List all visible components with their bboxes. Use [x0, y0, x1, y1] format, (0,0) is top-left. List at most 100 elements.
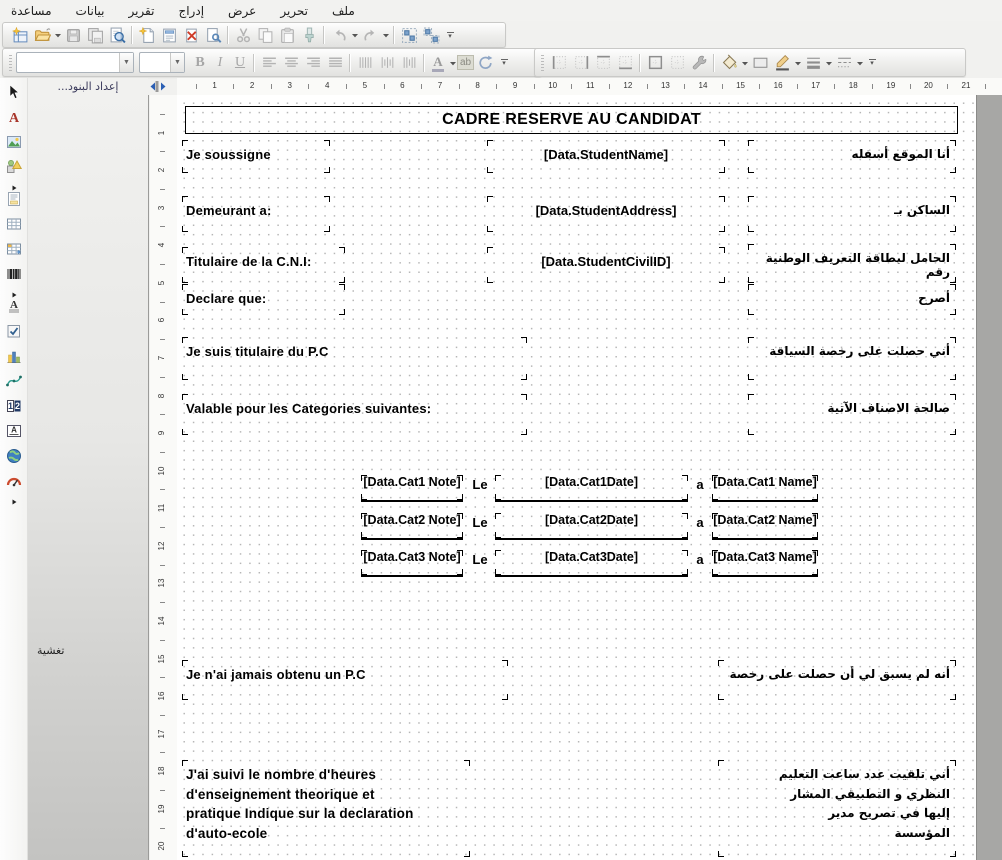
chevron-down-icon[interactable]	[855, 52, 864, 74]
cat1-name-field[interactable]: [Data.Cat1 Name]	[712, 475, 818, 502]
chevron-down-icon[interactable]: ▼	[170, 53, 184, 72]
checkbox-icon[interactable]	[2, 320, 26, 341]
cut-icon[interactable]	[232, 24, 254, 46]
align-justify-icon[interactable]	[324, 52, 346, 74]
cat3-le-label[interactable]: Le	[466, 550, 494, 577]
redo-icon[interactable]	[359, 24, 381, 46]
undo-icon[interactable]	[328, 24, 350, 46]
cat2-note-field[interactable]: [Data.Cat2 Note]	[361, 513, 463, 540]
italic-button[interactable]: I	[210, 52, 230, 74]
text-object-fr[interactable]: Demeurant a:	[182, 196, 330, 232]
richtext-icon[interactable]: A	[2, 295, 26, 316]
gauge-icon[interactable]	[2, 470, 26, 491]
toolbar-overflow-button[interactable]: ▾	[444, 24, 456, 46]
chevron-down-icon[interactable]	[793, 52, 802, 74]
select-icon[interactable]	[2, 81, 26, 102]
new-report-icon[interactable]	[9, 24, 31, 46]
font-color-button[interactable]: A	[428, 52, 448, 74]
page-properties-icon[interactable]	[202, 24, 224, 46]
ungroup-icon[interactable]	[420, 24, 442, 46]
save-icon[interactable]	[62, 24, 84, 46]
subreport-icon[interactable]	[2, 188, 26, 209]
numbers-icon[interactable]: 12	[2, 395, 26, 416]
cat1-a-label[interactable]: a	[691, 475, 709, 502]
panel-splitter-icon[interactable]	[148, 79, 170, 94]
paste-icon[interactable]	[276, 24, 298, 46]
picture-icon[interactable]	[2, 131, 26, 152]
chevron-down-icon[interactable]: ▼	[119, 53, 133, 72]
text-object-fr[interactable]: Je soussigne	[182, 140, 330, 173]
text-object-ar[interactable]: صالحة الاصناف الآتية	[748, 394, 956, 435]
text-object-ar[interactable]: أنا الموقع أسفله	[748, 140, 956, 173]
matrix-icon[interactable]	[2, 238, 26, 259]
text-object-fr[interactable]: Je n'ai jamais obtenu un P.C	[182, 660, 508, 700]
page-setup-icon[interactable]	[158, 24, 180, 46]
cat1-date-field[interactable]: [Data.Cat1Date]	[495, 475, 688, 502]
text-object-fr[interactable]: Je suis titulaire du P.C	[182, 337, 527, 380]
chevron-down-icon[interactable]	[350, 24, 359, 46]
overlay-band-label[interactable]: تغشية	[37, 644, 64, 657]
bezier-icon[interactable]	[2, 370, 26, 391]
shape-icon[interactable]	[2, 156, 26, 177]
save-all-icon[interactable]	[84, 24, 106, 46]
chevron-down-icon[interactable]	[448, 52, 457, 74]
menu-item-0[interactable]: مساعدة	[8, 3, 55, 19]
cat3-note-field[interactable]: [Data.Cat3 Note]	[361, 550, 463, 577]
more-tools-arrow-icon[interactable]	[6, 178, 22, 185]
barcode-icon[interactable]	[2, 263, 26, 284]
text-object-ar[interactable]: الساكن بـ	[748, 196, 956, 232]
data-field-object[interactable]: [Data.StudentAddress]	[487, 196, 725, 232]
fillstyle-icon[interactable]	[749, 52, 771, 74]
pencil-icon[interactable]	[771, 52, 793, 74]
format-painter-icon[interactable]	[298, 24, 320, 46]
dist3-icon[interactable]	[398, 52, 420, 74]
copy-icon[interactable]	[254, 24, 276, 46]
map-icon[interactable]	[2, 445, 26, 466]
band-structure-panel[interactable]: تغشية	[28, 95, 149, 860]
toolbar-overflow-button[interactable]: ▾	[498, 52, 510, 74]
chevron-down-icon[interactable]	[824, 52, 833, 74]
font-size-combobox[interactable]: ▼	[139, 52, 185, 73]
dist2-icon[interactable]	[376, 52, 398, 74]
cat2-name-field[interactable]: [Data.Cat2 Name]	[712, 513, 818, 540]
menu-item-4[interactable]: عرض	[225, 3, 259, 19]
lwidth-icon[interactable]	[802, 52, 824, 74]
new-page-icon[interactable]	[136, 24, 158, 46]
toolbar-grip[interactable]	[541, 55, 544, 71]
text-object-fr[interactable]: Titulaire de la C.N.I:	[182, 247, 345, 283]
toolbar-overflow-button[interactable]: ▾	[866, 52, 878, 74]
lstyle-icon[interactable]	[833, 52, 855, 74]
text-object-ar[interactable]: أنه لم يسبق لي أن حصلت على رخصة	[718, 660, 956, 700]
group-icon[interactable]	[398, 24, 420, 46]
b-top-icon[interactable]	[592, 52, 614, 74]
font-name-combobox[interactable]: ▼	[16, 52, 134, 73]
bucket-icon[interactable]	[718, 52, 740, 74]
cat1-note-field[interactable]: [Data.Cat1 Note]	[361, 475, 463, 502]
rotate-icon[interactable]	[474, 52, 496, 74]
table-icon[interactable]	[2, 213, 26, 234]
data-field-object[interactable]: [Data.StudentName]	[487, 140, 725, 173]
b-all-icon[interactable]	[644, 52, 666, 74]
text-icon[interactable]: A	[2, 106, 26, 127]
cat2-a-label[interactable]: a	[691, 513, 709, 540]
highlight-button[interactable]: ab	[457, 55, 474, 70]
configure-bands-tab[interactable]: ...إعداد البنود	[28, 78, 148, 95]
b-props-icon[interactable]	[688, 52, 710, 74]
cat3-a-label[interactable]: a	[691, 550, 709, 577]
chevron-down-icon[interactable]	[381, 24, 390, 46]
b-right-icon[interactable]	[570, 52, 592, 74]
underline-button[interactable]: U	[230, 52, 250, 74]
delete-page-icon[interactable]	[180, 24, 202, 46]
align-center-icon[interactable]	[280, 52, 302, 74]
b-bottom-icon[interactable]	[614, 52, 636, 74]
menu-item-3[interactable]: إدراج	[175, 3, 207, 19]
text-object-fr[interactable]: J'ai suivi le nombre d'heures d'enseigne…	[182, 760, 470, 857]
more-tools-arrow-icon[interactable]	[6, 285, 22, 292]
menu-item-6[interactable]: ملف	[329, 3, 358, 19]
text-object-ar[interactable]: أصرح	[748, 284, 956, 315]
data-field-object[interactable]: [Data.StudentCivilID]	[487, 247, 725, 283]
chevron-down-icon[interactable]	[53, 24, 62, 46]
align-right-icon[interactable]	[302, 52, 324, 74]
bold-button[interactable]: B	[190, 52, 210, 74]
b-left-icon[interactable]	[548, 52, 570, 74]
